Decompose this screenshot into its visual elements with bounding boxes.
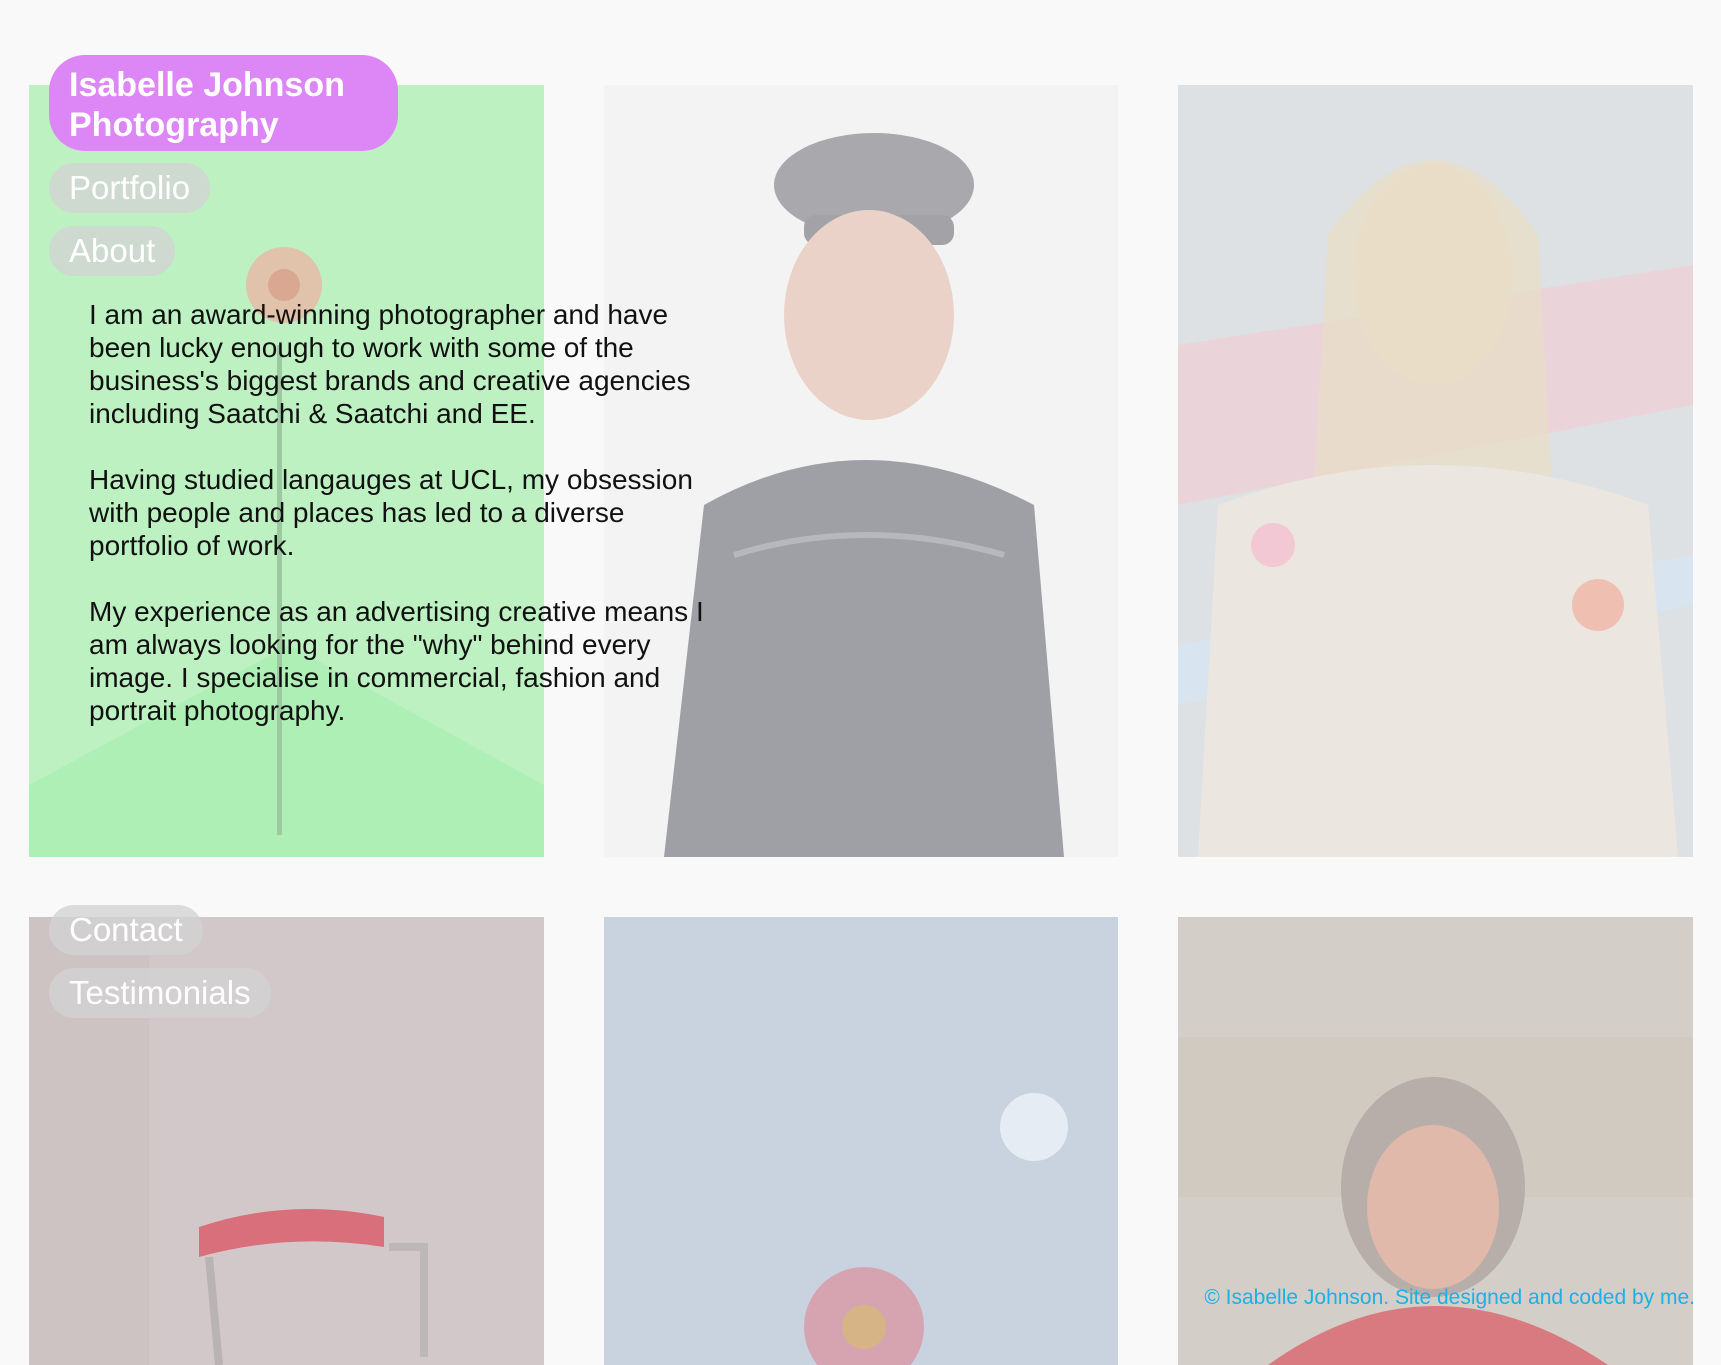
about-text: I am an award-winning photographer and h… (89, 298, 729, 760)
red-flower-sky-photo[interactable] (604, 917, 1118, 1365)
nav-portfolio[interactable]: Portfolio (49, 163, 211, 213)
nav-testimonials[interactable]: Testimonials (49, 968, 271, 1018)
about-paragraph: I am an award-winning photographer and h… (89, 299, 691, 429)
footer-credit[interactable]: © Isabelle Johnson. Site designed and co… (1204, 1286, 1695, 1310)
woman-illustrated-photo[interactable] (1178, 85, 1693, 857)
nav-about[interactable]: About (49, 226, 176, 276)
nav-contact[interactable]: Contact (49, 905, 203, 955)
site-title-link[interactable]: Isabelle Johnson Photography (49, 55, 398, 151)
about-paragraph: My experience as an advertising creative… (89, 596, 704, 726)
about-paragraph: Having studied langauges at UCL, my obse… (89, 464, 693, 561)
